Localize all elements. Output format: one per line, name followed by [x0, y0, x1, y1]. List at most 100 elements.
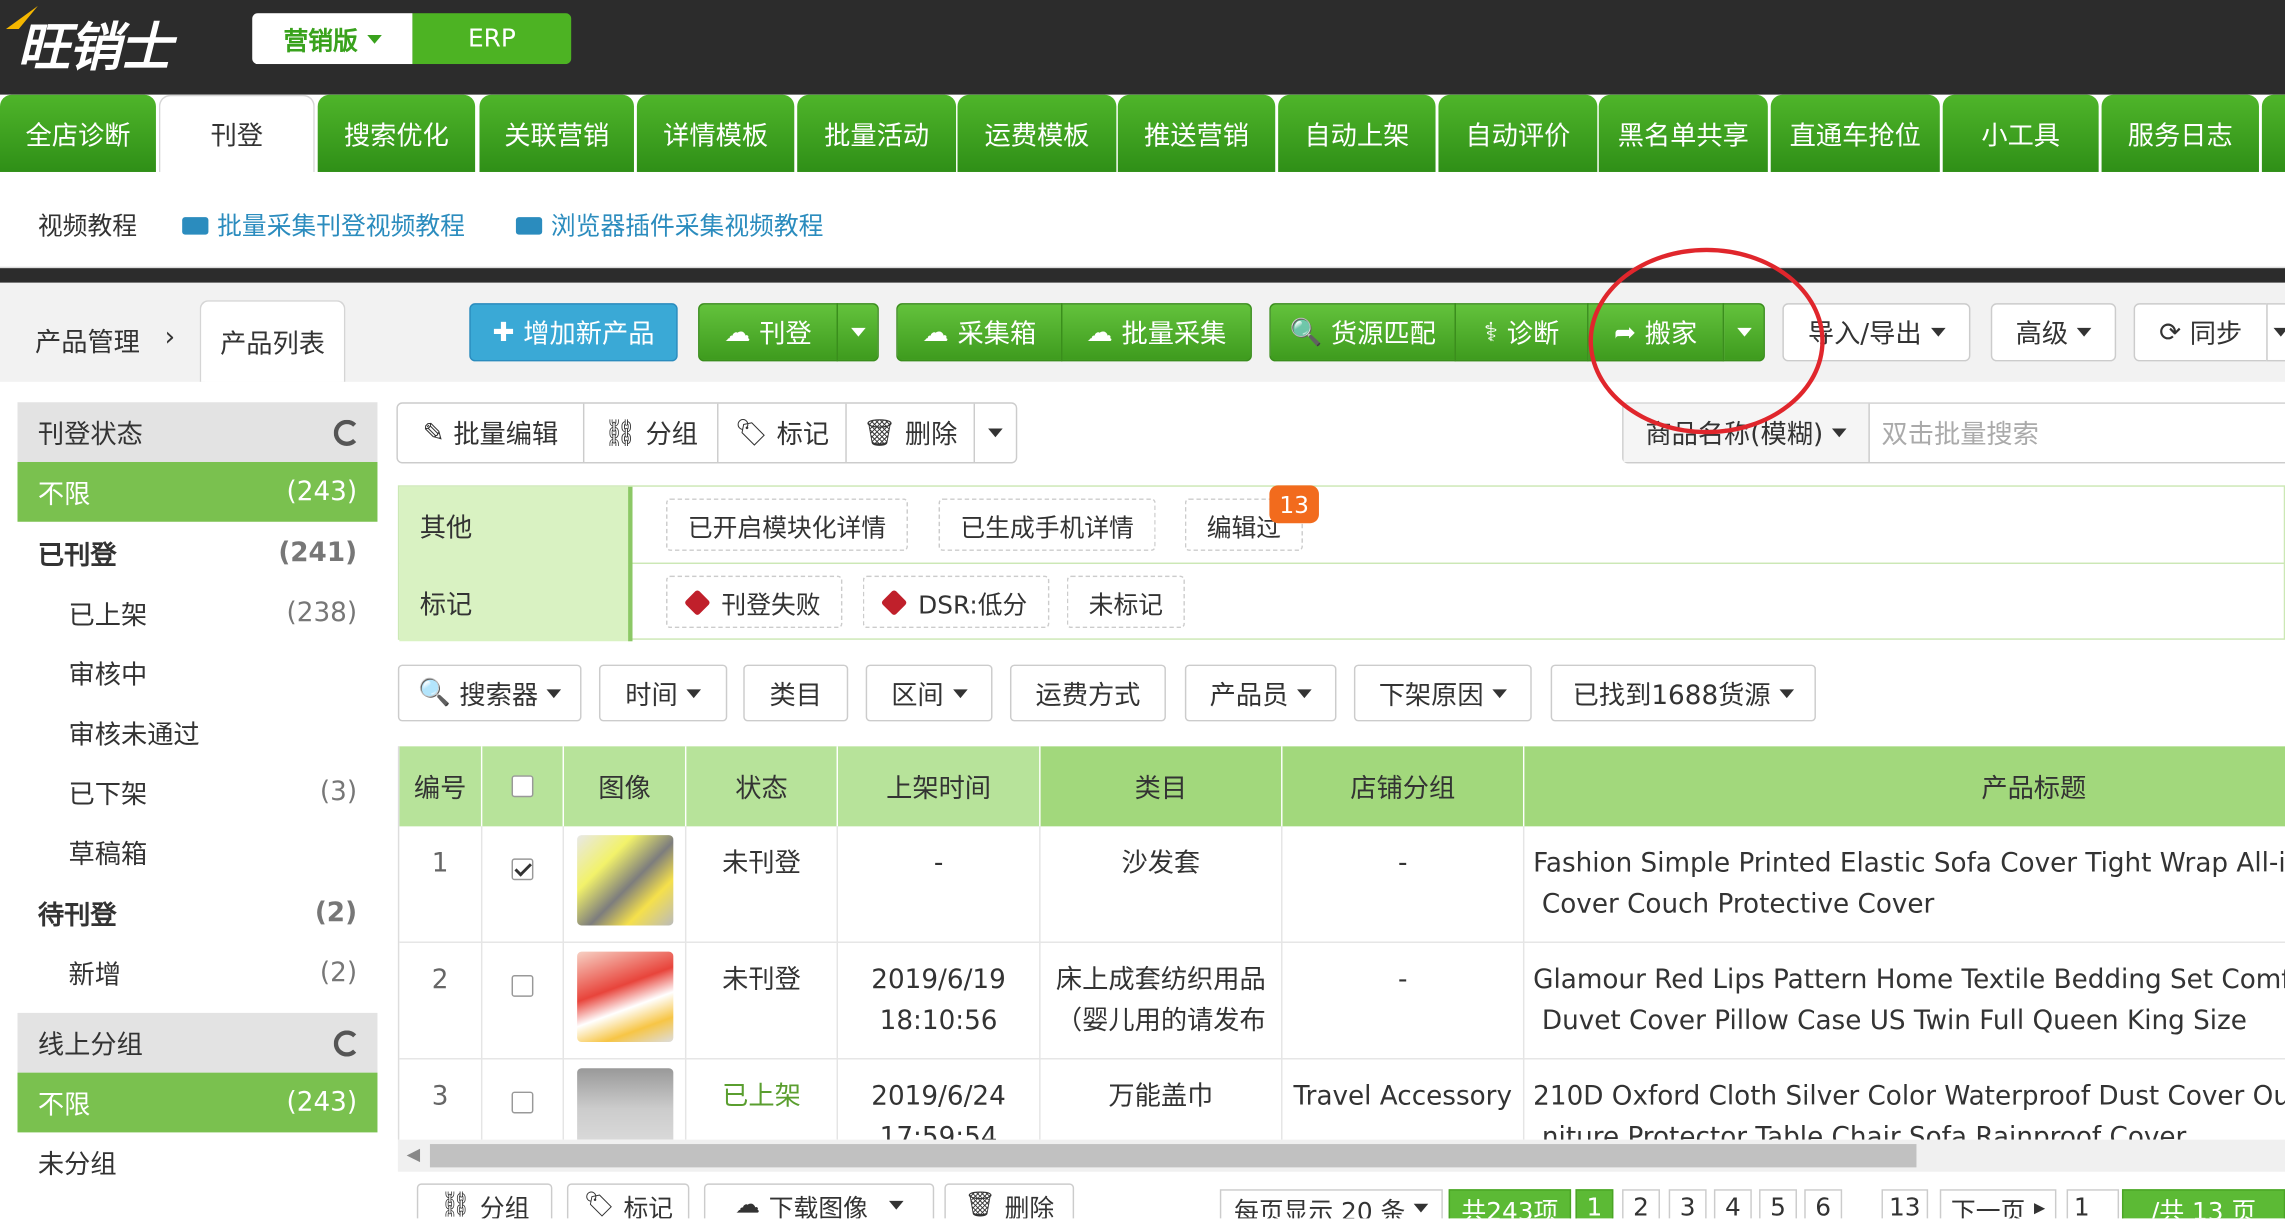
- per-page-dropdown[interactable]: 每页显示 20 条: [1219, 1189, 1443, 1219]
- page-2[interactable]: 2: [1622, 1189, 1660, 1219]
- group-button[interactable]: ⛓ 分组: [584, 403, 719, 462]
- sidebar-item-0[interactable]: 不限 (243): [17, 461, 378, 522]
- page-input[interactable]: 1: [2066, 1189, 2120, 1219]
- group-item-1[interactable]: 未分组: [17, 1132, 377, 1192]
- filter-tag-mobile[interactable]: 已生成手机详情: [938, 498, 1156, 551]
- title-cell[interactable]: 210D Oxford Cloth Silver Color Waterproo…: [1524, 1060, 2285, 1139]
- select-all-checkbox[interactable]: [511, 775, 534, 798]
- page-4[interactable]: 4: [1713, 1189, 1752, 1219]
- refresh-icon[interactable]: [333, 1029, 360, 1056]
- publish-dropdown[interactable]: [836, 303, 879, 362]
- source-match-button[interactable]: 🔍 货源匹配: [1269, 303, 1456, 362]
- sidebar-item-6[interactable]: 草稿箱: [17, 822, 377, 882]
- product-thumbnail[interactable]: [576, 835, 673, 926]
- tab-8[interactable]: 自动上架: [1278, 94, 1436, 172]
- collect-box-button[interactable]: ☁ 采集箱: [896, 303, 1063, 362]
- sync-button[interactable]: ⟳ 同步: [2133, 303, 2268, 362]
- marketing-version-dropdown[interactable]: 营销版: [252, 13, 413, 65]
- batch-edit-button[interactable]: ✎ 批量编辑: [398, 403, 585, 462]
- sync-dropdown[interactable]: [2266, 303, 2285, 362]
- tab-1[interactable]: 刊登: [158, 94, 315, 172]
- tab-0[interactable]: 全店诊断: [0, 94, 156, 172]
- tab-12[interactable]: 小工具: [1942, 94, 2099, 172]
- product-thumbnail[interactable]: [576, 1068, 673, 1140]
- sitemap-icon: ⛓: [603, 417, 637, 449]
- search-filter-7[interactable]: 已找到1688货源: [1550, 664, 1816, 722]
- search-filter-5[interactable]: 产品员: [1184, 664, 1337, 722]
- tab-product-list[interactable]: 产品列表: [199, 300, 346, 382]
- page-1[interactable]: 1: [1575, 1189, 1614, 1219]
- status-cell: 未刊登: [686, 942, 839, 1060]
- product-thumbnail[interactable]: [576, 951, 673, 1043]
- table-row[interactable]: 2 未刊登 2019/6/19 18:10:56 床上成套纺织用品（婴儿用的请发布 - G…: [399, 942, 2285, 1060]
- page-13[interactable]: 13: [1881, 1189, 1929, 1219]
- horizontal-scrollbar[interactable]: ◀: [397, 1139, 2285, 1172]
- sidebar-item-2[interactable]: 已上架 (238): [17, 583, 377, 643]
- tab-10[interactable]: 黑名单共享: [1598, 94, 1768, 172]
- search-filter-2[interactable]: 类目: [743, 664, 849, 722]
- tab-9[interactable]: 自动评价: [1438, 94, 1598, 172]
- search-filter-4[interactable]: 运费方式: [1009, 664, 1166, 722]
- more-actions-dropdown[interactable]: [975, 404, 1016, 462]
- page-5[interactable]: 5: [1759, 1189, 1797, 1219]
- logo[interactable]: 旺销士: [5, 5, 172, 82]
- footer-group-button[interactable]: ⛓ 分组: [416, 1183, 553, 1219]
- tab-13[interactable]: 服务日志: [2101, 94, 2259, 172]
- title-cell[interactable]: Fashion Simple Printed Elastic Sofa Cove…: [1524, 826, 2285, 943]
- batch-collect-video-link[interactable]: 批量采集刊登视频教程: [182, 205, 465, 242]
- page-6[interactable]: 6: [1804, 1189, 1843, 1219]
- tab-3[interactable]: 关联营销: [479, 94, 634, 172]
- diagnose-button[interactable]: ⚕ 诊断: [1454, 303, 1589, 362]
- next-page-button[interactable]: 下一页 ▶: [1939, 1189, 2057, 1219]
- row-checkbox[interactable]: [511, 858, 534, 881]
- sidebar-item-3[interactable]: 审核中: [17, 643, 377, 703]
- footer-mark-button[interactable]: 🏷 标记: [566, 1183, 690, 1219]
- table-row[interactable]: 3 已上架 2019/6/24 17:59:54 万能盖巾 Travel Accesso…: [399, 1059, 2285, 1140]
- tab-5[interactable]: 批量活动: [797, 94, 957, 172]
- filter-tag-modular[interactable]: 已开启模块化详情: [666, 498, 908, 551]
- title-cell[interactable]: Glamour Red Lips Pattern Home Textile Be…: [1524, 943, 2285, 1060]
- delete-button[interactable]: 🗑 删除: [847, 403, 976, 462]
- search-filter-6[interactable]: 下架原因: [1353, 664, 1532, 722]
- advanced-dropdown[interactable]: 高级: [1990, 303, 2117, 362]
- refresh-icon[interactable]: [333, 419, 360, 446]
- plugin-collect-video-link[interactable]: 浏览器插件采集视频教程: [515, 205, 823, 242]
- search-filter-0[interactable]: 🔍 搜索器: [397, 664, 582, 722]
- sidebar-item-4[interactable]: 审核未通过: [17, 702, 377, 762]
- tab-7[interactable]: 推送营销: [1117, 94, 1276, 172]
- erp-version-button[interactable]: ERP: [412, 13, 572, 65]
- page-3[interactable]: 3: [1668, 1189, 1707, 1219]
- add-product-button[interactable]: ✚ 增加新产品: [469, 303, 678, 362]
- search-filter-3[interactable]: 区间: [865, 664, 993, 722]
- sidebar-item-7[interactable]: 待刊登 (2): [17, 883, 377, 943]
- tag-icon: 🏷: [734, 417, 768, 449]
- tab-11[interactable]: 直通车抢位: [1770, 94, 1940, 172]
- row-checkbox[interactable]: [511, 1091, 534, 1114]
- tab-2[interactable]: 搜索优化: [317, 94, 476, 172]
- sidebar-item-8[interactable]: 新增 (2): [17, 943, 377, 1003]
- sidebar-item-5[interactable]: 已下架 (3): [17, 762, 377, 822]
- download-image-button[interactable]: ☁ 下载图像: [703, 1183, 935, 1219]
- tab-4[interactable]: 详情模板: [636, 94, 795, 172]
- breadcrumb-root[interactable]: 产品管理: [35, 322, 140, 360]
- publish-button[interactable]: ☁ 刊登: [698, 303, 839, 362]
- filter-tag-publish-failed[interactable]: 刊登失败: [666, 575, 843, 629]
- table-row[interactable]: 1 未刊登 - 沙发套 - Fashion Simple Printed Elastic …: [399, 826, 2285, 943]
- stethoscope-icon: ⚕: [1483, 316, 1499, 348]
- category-cell: 沙发套: [1041, 826, 1283, 943]
- batch-collect-button[interactable]: ☁ 批量采集: [1060, 303, 1252, 362]
- tab-overflow[interactable]: [2261, 94, 2285, 172]
- filter-tag-dsr-low[interactable]: DSR:低分: [862, 575, 1050, 629]
- tab-6[interactable]: 运费模板: [957, 94, 1117, 172]
- scroll-left-icon[interactable]: ◀: [407, 1144, 420, 1164]
- batch-search-input[interactable]: 双击批量搜索: [1870, 404, 2285, 462]
- scrollbar-thumb[interactable]: [429, 1144, 1917, 1168]
- footer-delete-button[interactable]: 🗑 删除: [944, 1183, 1075, 1219]
- filter-tag-unmarked[interactable]: 未标记: [1066, 575, 1185, 629]
- product-table: 编号 图像 状态 上架时间 类目 店铺分组 产品标题 1 未刊登 - 沙发套 - Fashion Sim…: [397, 746, 2285, 1140]
- row-checkbox[interactable]: [511, 975, 534, 997]
- sidebar-item-1[interactable]: 已刊登 (241): [17, 523, 377, 583]
- group-item-0[interactable]: 不限 (243): [17, 1072, 378, 1133]
- search-filter-1[interactable]: 时间: [598, 664, 728, 722]
- mark-button[interactable]: 🏷 标记: [718, 403, 847, 462]
